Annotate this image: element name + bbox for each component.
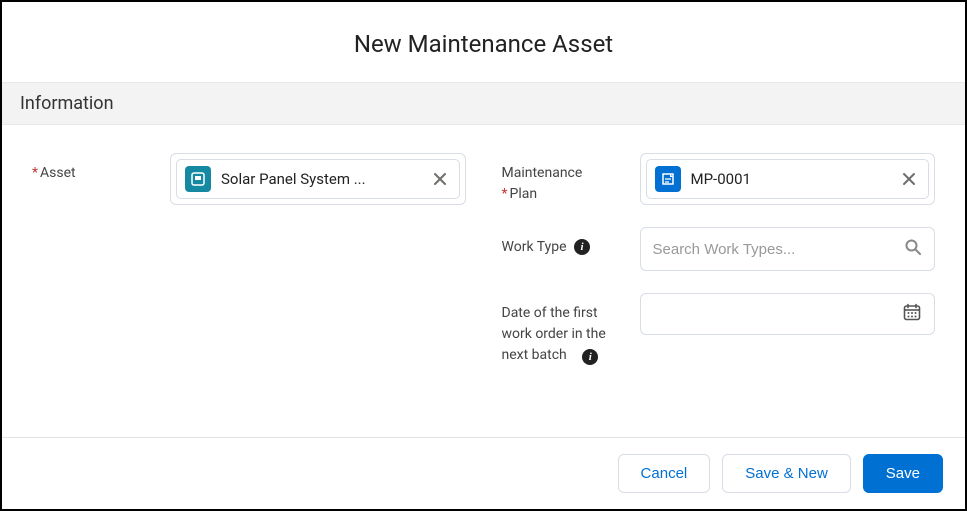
info-icon[interactable]: i xyxy=(582,349,598,365)
field-asset: *Asset Solar Panel System ... xyxy=(32,153,466,205)
search-icon xyxy=(904,238,922,260)
field-maintenance-plan: Maintenance *Plan MP-0001 xyxy=(502,153,936,205)
page-title: New Maintenance Asset xyxy=(2,2,965,82)
required-star-icon: * xyxy=(32,165,38,181)
right-column: Maintenance *Plan MP-0001 xyxy=(502,153,936,366)
maintenance-plan-icon xyxy=(655,166,681,192)
asset-remove-button[interactable] xyxy=(429,168,451,190)
plan-pill-label: MP-0001 xyxy=(691,170,889,188)
left-column: *Asset Solar Panel System ... xyxy=(32,153,466,366)
asset-pill: Solar Panel System ... xyxy=(176,159,460,199)
calendar-icon[interactable] xyxy=(902,302,922,326)
asset-icon xyxy=(185,166,211,192)
first-date-input[interactable] xyxy=(653,306,903,323)
plan-lookup[interactable]: MP-0001 xyxy=(640,153,936,205)
save-and-new-button[interactable]: Save & New xyxy=(722,454,851,493)
section-information: Information xyxy=(2,82,965,125)
work-type-search[interactable] xyxy=(640,227,936,271)
footer: Cancel Save & New Save xyxy=(2,437,965,509)
field-first-date: Date of the first work order in the next… xyxy=(502,293,936,366)
cancel-button[interactable]: Cancel xyxy=(618,454,711,493)
label-maintenance-plan: Maintenance *Plan xyxy=(502,153,624,205)
save-button[interactable]: Save xyxy=(863,454,943,493)
work-type-input[interactable] xyxy=(653,241,905,258)
label-work-type: Work Type i xyxy=(502,227,624,258)
close-icon xyxy=(433,172,447,186)
plan-pill: MP-0001 xyxy=(646,159,930,199)
label-first-date: Date of the first work order in the next… xyxy=(502,293,624,366)
close-icon xyxy=(902,172,916,186)
label-asset: *Asset xyxy=(32,153,154,184)
plan-remove-button[interactable] xyxy=(898,168,920,190)
field-work-type: Work Type i xyxy=(502,227,936,271)
first-date-input-wrapper[interactable] xyxy=(640,293,936,335)
form-area: *Asset Solar Panel System ... xyxy=(2,125,965,386)
asset-pill-label: Solar Panel System ... xyxy=(221,170,419,188)
required-star-icon: * xyxy=(502,186,508,202)
asset-lookup[interactable]: Solar Panel System ... xyxy=(170,153,466,205)
info-icon[interactable]: i xyxy=(574,239,590,255)
